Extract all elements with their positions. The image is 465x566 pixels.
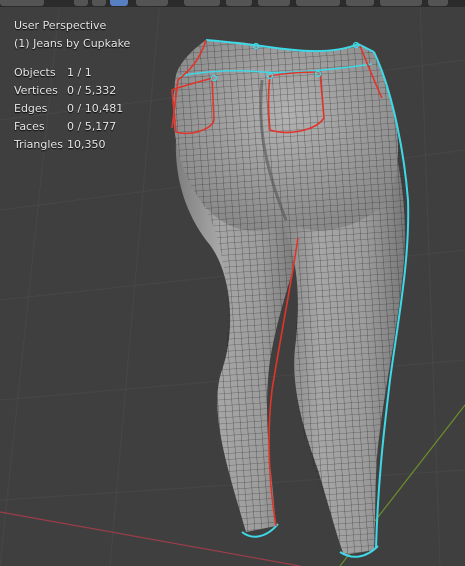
stat-value: 0 / 10,481	[67, 102, 124, 115]
header-button[interactable]	[380, 0, 422, 6]
header-button[interactable]	[184, 0, 220, 6]
stat-value: 1 / 1	[67, 66, 92, 79]
stat-label: Edges	[14, 102, 48, 115]
view-name: User Perspective	[14, 19, 107, 32]
header-button-active[interactable]	[110, 0, 128, 6]
stat-label: Triangles	[14, 138, 63, 151]
scene-statistics: Objects 1 / 1 Vertices 0 / 5,332 Edges 0…	[14, 64, 123, 154]
header-button[interactable]	[296, 0, 340, 6]
stat-row: Vertices 0 / 5,332	[14, 82, 123, 100]
stat-label: Objects	[14, 66, 56, 79]
stat-label: Faces	[14, 120, 45, 133]
header-button[interactable]	[226, 0, 252, 6]
stat-row: Triangles 10,350	[14, 136, 123, 154]
viewport-info: User Perspective (1) Jeans by Cupkake	[14, 17, 130, 53]
header-button[interactable]	[0, 0, 44, 6]
header-button[interactable]	[74, 0, 88, 6]
header-button[interactable]	[258, 0, 290, 6]
stat-row: Objects 1 / 1	[14, 64, 123, 82]
stat-value: 10,350	[67, 138, 106, 151]
3d-viewport[interactable]: User Perspective (1) Jeans by Cupkake Ob…	[0, 0, 465, 566]
stat-row: Edges 0 / 10,481	[14, 100, 123, 118]
header-button[interactable]	[428, 0, 448, 6]
header-button[interactable]	[346, 0, 374, 6]
jeans-mesh[interactable]	[171, 39, 410, 558]
stat-value: 0 / 5,332	[67, 84, 117, 97]
header-button[interactable]	[136, 0, 168, 6]
stat-value: 0 / 5,177	[67, 120, 117, 133]
wireframe-overlay	[173, 40, 406, 555]
header-button[interactable]	[92, 0, 106, 6]
stat-row: Faces 0 / 5,177	[14, 118, 123, 136]
stat-label: Vertices	[14, 84, 58, 97]
object-name: (1) Jeans by Cupkake	[14, 37, 131, 50]
